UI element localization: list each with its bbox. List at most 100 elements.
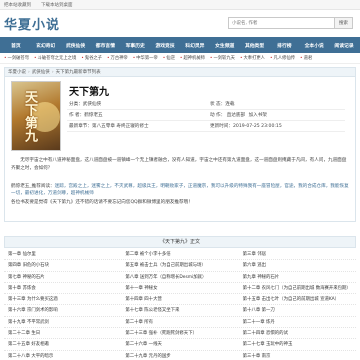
nav-nvsheng[interactable]: 女生频道 bbox=[210, 42, 240, 49]
hot-book-link[interactable]: •大奉打更人 bbox=[240, 55, 265, 61]
chapter-link[interactable]: 第二十八章 大平的暗示 bbox=[4, 351, 121, 360]
nav-complete[interactable]: 全本小说 bbox=[299, 42, 329, 49]
chapter-link[interactable]: 第二十章 所有 bbox=[121, 317, 238, 327]
nav-home[interactable]: 首页 bbox=[1, 42, 31, 49]
breadcrumb-category[interactable]: 武侠仙侠 bbox=[32, 69, 50, 75]
chapter-list-header: 《天下第九》正文 bbox=[4, 236, 356, 248]
hot-book-link[interactable]: •超神机械师 bbox=[180, 55, 205, 61]
desktop-download-link[interactable]: 下载本站到桌面 bbox=[41, 2, 73, 8]
bullet-icon: • bbox=[300, 56, 303, 61]
breadcrumb: 华夏小说 › 武侠仙侠 › 天下第九最新章节列表 bbox=[4, 67, 356, 77]
chapter-link[interactable]: 第十六章 宗门剑术的影响 bbox=[4, 305, 121, 315]
nav-junshi[interactable]: 军事历史 bbox=[120, 42, 150, 49]
chapter-link[interactable]: 第三章 邻居 bbox=[239, 249, 356, 259]
book-info-panel: 天下第九 天下第九 分类：武侠仙侠 状 态：连载 作 者：鹤惊老五 动 作： 直… bbox=[4, 77, 356, 222]
chapter-row: 第十章 苏炼会 第十一章 神秘女 第十二章 农风七门（为自己前期出城 数海赛开来… bbox=[4, 283, 356, 295]
hot-book-link[interactable]: •一剑斩九天 bbox=[210, 55, 235, 61]
chapter-link[interactable]: 第七章 神秘的石片 bbox=[4, 272, 121, 282]
add-to-shelf-link[interactable]: 加入书架 bbox=[249, 113, 267, 118]
divider bbox=[67, 109, 345, 110]
bullet-icon: • bbox=[132, 56, 136, 61]
chapter-link[interactable]: 第二十五章 好友相邀 bbox=[4, 339, 121, 349]
chapter-link[interactable]: 第二十四章 恐惧的的试 bbox=[239, 328, 356, 338]
nav-history[interactable]: 阅读记录 bbox=[329, 42, 359, 49]
cover-title: 天下第九 bbox=[22, 90, 37, 142]
chapter-link[interactable]: 第四章 旧危的小石块 bbox=[4, 260, 121, 270]
chapter-link[interactable]: 第八章 送到万年（自称增长Desmi加就） bbox=[121, 272, 238, 282]
book-cover[interactable]: 天下第九 bbox=[11, 81, 61, 151]
bullet-icon: • bbox=[81, 56, 84, 61]
book-description: 无尽宇宙之中有八道神秘面盘，这八道面盘被一道镇峰一个无上镇者融合，没有人知道，宇… bbox=[11, 158, 347, 171]
book-title: 天下第九 bbox=[69, 87, 109, 98]
chapter-link[interactable]: 第十五章 击出七叶（为自己的前期出城 宣道KA） bbox=[239, 294, 356, 304]
chapter-link[interactable]: 第二十三章 强补（死跑死剑修天下） bbox=[121, 328, 238, 338]
nav-dushi[interactable]: 都市言情 bbox=[90, 42, 120, 49]
nav-xuanhuan[interactable]: 玄幻奇幻 bbox=[31, 42, 61, 49]
chapter-link[interactable]: 第十三章 为什么要买这酒 bbox=[4, 294, 121, 304]
chapter-link[interactable]: 第二十二章 生日 bbox=[4, 328, 121, 338]
chapter-link[interactable]: 第二十九章 元丹的国步 bbox=[121, 351, 238, 360]
chapter-link[interactable]: 第二十一章 炼丹 bbox=[239, 317, 356, 327]
book-actions: 动 作： 直达底部 加入书架 bbox=[210, 113, 267, 118]
nav-kehuan[interactable]: 科幻灵异 bbox=[180, 42, 210, 49]
top-bar: 把本站收藏到 下载本站到桌面 bbox=[0, 0, 360, 10]
book-latest-chapter: 最新章节：第八五零章 寿终正寝的修士 bbox=[69, 124, 149, 129]
related-books: 鹤惊老五_推荐阅读：迷踪，宫殿之上，迷雾之上，不灭武尊，超级兵王，明朝败家子，正… bbox=[11, 184, 349, 196]
bullet-icon: • bbox=[106, 56, 110, 61]
bullet-icon: • bbox=[162, 56, 166, 61]
nav-qita[interactable]: 其他类型 bbox=[240, 42, 270, 49]
hot-book-link[interactable]: •鬼谷之子 bbox=[81, 55, 102, 61]
chapter-link[interactable]: 第二十六章 一线天 bbox=[121, 339, 238, 349]
jump-to-bottom-link[interactable]: 直达底部 bbox=[227, 113, 245, 118]
chapter-link[interactable]: 第十二章 农风七门（为自己前期出城 数海赛开来包期） bbox=[239, 283, 356, 293]
chapter-row: 第一章 仙尔里 第二章 被个小李十多倍 第三章 邻居 bbox=[4, 249, 356, 261]
hot-book-link[interactable]: •一剑破苍穹 bbox=[4, 55, 29, 61]
hot-book-link[interactable]: •仙逆 bbox=[163, 55, 175, 61]
chapter-link[interactable]: 第二十七章 玉玩中的神玉 bbox=[239, 339, 356, 349]
book-category: 分类：武侠仙侠 bbox=[69, 102, 102, 107]
hot-book-link[interactable]: •斗破苍穹之无上之境 bbox=[34, 55, 76, 61]
chapter-row: 第二十五章 好友相邀 第二十六章 一线天 第二十七章 玉玩中的神玉 bbox=[4, 339, 356, 351]
chapter-row: 第二十八章 大平的暗示 第二十九章 元丹的国步 第三十章 南京 bbox=[4, 351, 356, 360]
chapter-link[interactable]: 第三十章 南京 bbox=[239, 351, 356, 360]
search-button[interactable]: 搜索 bbox=[335, 17, 353, 29]
chapter-row: 第十九章 不平常武剑 第二十章 所有 第二十一章 炼丹 bbox=[4, 317, 356, 329]
search-box: 搜索 bbox=[228, 17, 353, 29]
chapter-link[interactable]: 第十八章 第一刀 bbox=[239, 305, 356, 315]
chapter-link[interactable]: 第六章 逃出 bbox=[239, 260, 356, 270]
chapter-link[interactable]: 第二章 被个小李十多倍 bbox=[121, 249, 238, 259]
chapter-link[interactable]: 第五章 被击士兵（为自己前期出城与场） bbox=[121, 260, 238, 270]
chapter-link[interactable]: 第十四章 四十大营 bbox=[121, 294, 238, 304]
breadcrumb-separator-icon: › bbox=[28, 69, 30, 75]
hot-book-link[interactable]: •道君 bbox=[300, 55, 312, 61]
hot-book-link[interactable]: •凡人修仙传 bbox=[270, 55, 295, 61]
nav-ranking[interactable]: 排行榜 bbox=[269, 42, 299, 49]
chapter-row: 第四章 旧危的小石块 第五章 被击士兵（为自己前期出城与场） 第六章 逃出 bbox=[4, 260, 356, 272]
hot-book-link[interactable]: •中华第一帝 bbox=[133, 55, 158, 61]
nav-wuxia[interactable]: 武侠仙侠 bbox=[61, 42, 91, 49]
site-logo[interactable]: 华夏小说 bbox=[4, 14, 60, 33]
nav-youxi[interactable]: 游戏竞技 bbox=[150, 42, 180, 49]
related-books-links[interactable]: 迷踪，宫殿之上，迷雾之上，不灭武尊，超级兵王，明朝败家子，正道魔宗，我可以升级的… bbox=[11, 184, 349, 196]
divider bbox=[67, 131, 345, 132]
search-input[interactable] bbox=[228, 17, 335, 29]
breadcrumb-home[interactable]: 华夏小说 bbox=[8, 69, 26, 75]
breadcrumb-separator-icon: › bbox=[51, 69, 54, 75]
chapter-link[interactable]: 第十章 苏炼会 bbox=[4, 283, 121, 293]
book-update-time: 更新时间：2019-07-25 23:00:15 bbox=[210, 124, 282, 129]
chapter-link[interactable]: 第九章 神秘的石片 bbox=[239, 272, 356, 282]
latest-chapter-link[interactable]: 第八五零章 寿终正寝的修士 bbox=[92, 124, 149, 129]
bullet-icon: • bbox=[4, 56, 7, 61]
chapter-row: 第十六章 宗门剑术的影响 第十七章 陈公老怪又坐下来 第十八章 第一刀 bbox=[4, 305, 356, 317]
chapter-list: 第一章 仙尔里 第二章 被个小李十多倍 第三章 邻居 第四章 旧危的小石块 第五… bbox=[4, 249, 356, 360]
chapter-link[interactable]: 第十七章 陈公老怪又坐下来 bbox=[121, 305, 238, 315]
hot-book-link[interactable]: •万古神帝 bbox=[107, 55, 128, 61]
chapter-link[interactable]: 第一章 仙尔里 bbox=[4, 249, 121, 259]
share-tip: 各位书友要是觉得《天下第九》还不错的话请不要忘记向您QQ群和微博里的朋友推荐哦！ bbox=[11, 200, 193, 205]
main-nav: 首页 玄幻奇幻 武侠仙侠 都市言情 军事历史 游戏竞技 科幻灵异 女生频道 其他… bbox=[0, 37, 360, 53]
bookmark-link[interactable]: 把本站收藏到 bbox=[4, 2, 31, 8]
chapter-link[interactable]: 第十一章 神秘女 bbox=[121, 283, 238, 293]
chapter-link[interactable]: 第十九章 不平常武剑 bbox=[4, 317, 121, 327]
hot-books-ticker: •一剑破苍穹 •斗破苍穹之无上之境 •鬼谷之子 •万古神帝 •中华第一帝 •仙逆… bbox=[0, 53, 360, 64]
divider bbox=[67, 120, 345, 121]
